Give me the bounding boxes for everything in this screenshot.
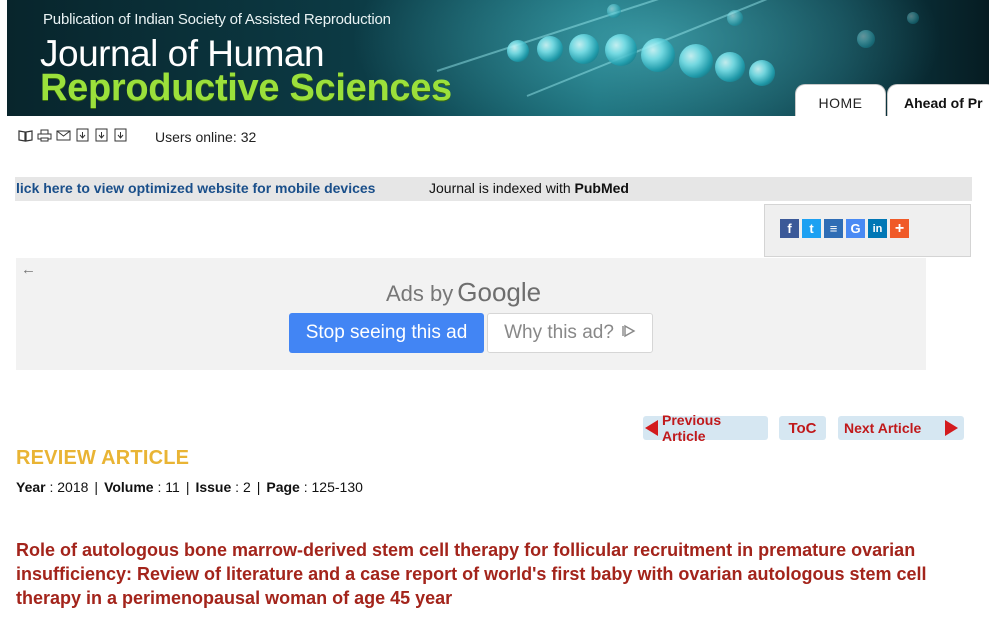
page-label: Page — [266, 479, 300, 495]
back-arrow-icon[interactable]: ← — [21, 261, 36, 278]
article-tools — [18, 126, 128, 144]
users-online-count: 32 — [240, 129, 257, 145]
ads-by-label: Ads by — [386, 281, 454, 306]
volume-value: 11 — [165, 479, 180, 495]
plus-icon[interactable]: + — [890, 219, 909, 238]
article-type: REVIEW ARTICLE — [16, 447, 190, 469]
stop-seeing-ad-button[interactable]: Stop seeing this ad — [289, 313, 484, 353]
journal-title-line2: Reproductive Sciences — [40, 67, 452, 109]
volume-label: Volume — [104, 479, 154, 495]
linkedin-icon[interactable]: in — [868, 219, 887, 238]
next-article-label: Next Article — [844, 420, 922, 436]
why-this-ad-label: Why this ad? — [504, 322, 614, 343]
indexed-notice: Journal is indexed with PubMed — [429, 180, 629, 196]
issue-value: 2 — [242, 479, 251, 495]
mobile-site-link[interactable]: lick here to view optimized website for … — [16, 180, 375, 196]
article-meta: Year : 2018 | Volume : 11 | Issue : 2 | Page :… — [16, 479, 363, 495]
facebook-icon[interactable]: f — [780, 219, 799, 238]
year-label: Year — [16, 479, 46, 495]
issue-label: Issue — [195, 479, 232, 495]
arrow-right-icon — [945, 420, 958, 436]
tab-ahead-of-print[interactable]: Ahead of Pr — [887, 84, 989, 116]
ads-by-google: Ads by Google — [386, 277, 541, 308]
next-article-button[interactable]: Next Article — [838, 416, 964, 440]
users-online-label: Users online: — [155, 129, 237, 145]
article-download-icon[interactable] — [75, 128, 90, 143]
tab-home[interactable]: HOME — [795, 84, 886, 116]
play-outline-icon — [622, 322, 636, 344]
google-icon[interactable]: G — [846, 219, 865, 238]
share-icons: f t ≡ G in + — [780, 219, 909, 238]
why-this-ad-button[interactable]: Why this ad? — [487, 313, 653, 353]
indexed-prefix: Journal is indexed with — [429, 180, 571, 196]
previous-article-label: Previous Article — [662, 412, 722, 444]
list-icon[interactable]: ≡ — [824, 219, 843, 238]
article-cite-icon[interactable] — [113, 128, 128, 143]
email-icon[interactable] — [56, 128, 71, 143]
arrow-left-icon — [645, 420, 658, 436]
previous-article-button[interactable]: Previous Article — [643, 412, 768, 444]
page-value: 125-130 — [311, 479, 363, 495]
toc-button[interactable]: ToC — [779, 416, 826, 440]
book-icon[interactable] — [18, 128, 33, 143]
publisher-line: Publication of Indian Society of Assiste… — [43, 11, 391, 28]
article-reader-icon[interactable] — [94, 128, 109, 143]
print-icon[interactable] — [37, 128, 52, 143]
twitter-icon[interactable]: t — [802, 219, 821, 238]
users-online: Users online: 32 — [155, 129, 256, 145]
indexed-pubmed[interactable]: PubMed — [575, 180, 629, 196]
year-value: 2018 — [57, 479, 89, 495]
google-wordmark: Google — [457, 277, 542, 307]
article-title: Role of autologous bone marrow-derived s… — [16, 540, 927, 608]
